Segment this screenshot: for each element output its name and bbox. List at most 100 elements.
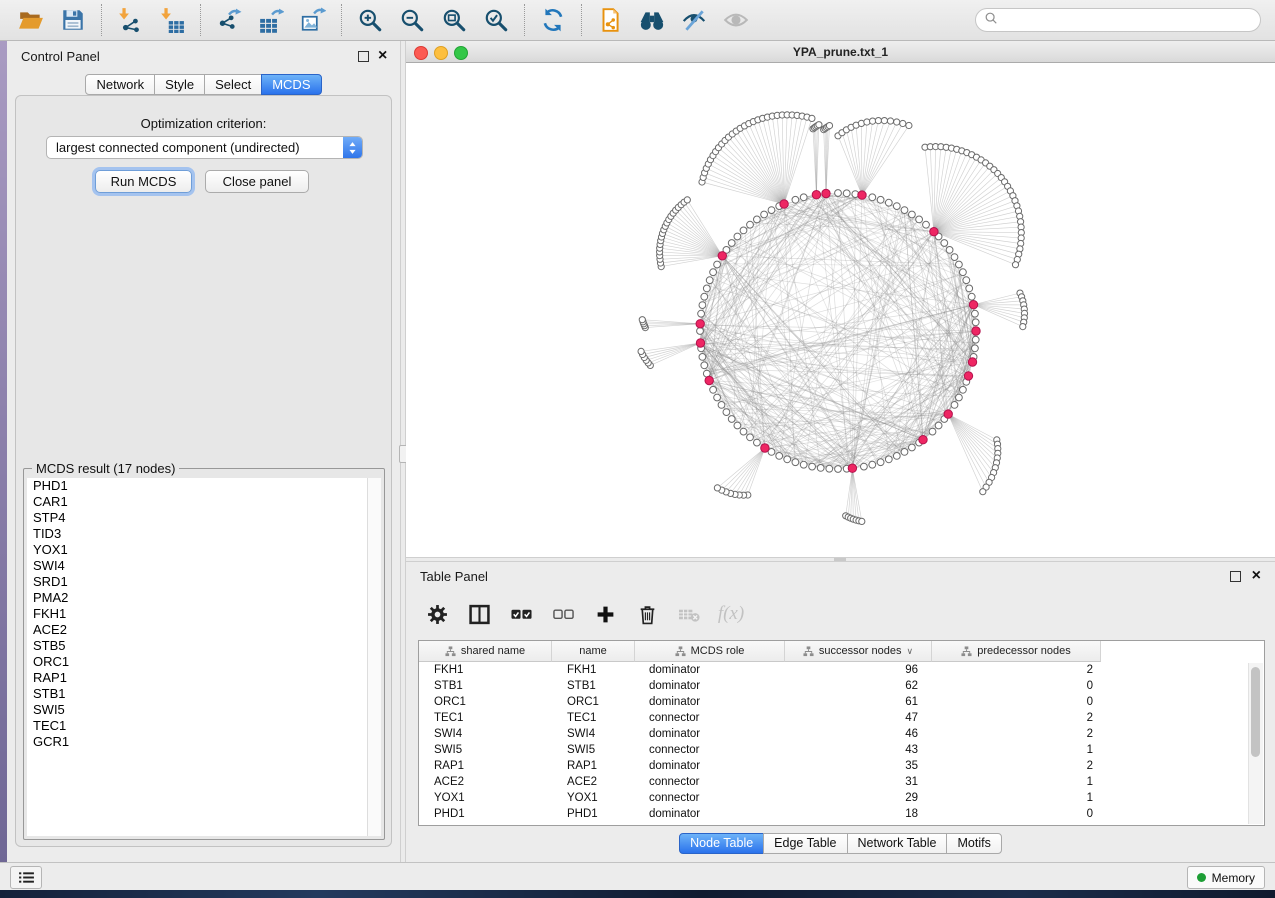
network-node[interactable] (792, 196, 799, 203)
column-header-predecessor-nodes[interactable]: predecessor nodes (932, 641, 1101, 662)
plus-icon[interactable] (584, 596, 626, 632)
list-item[interactable]: TEC1 (27, 718, 368, 734)
table-row[interactable]: ORC1ORC1dominator610 (419, 694, 1264, 710)
network-node[interactable] (701, 293, 708, 300)
network-node[interactable] (966, 285, 973, 292)
network-node[interactable] (714, 394, 721, 401)
network-node[interactable] (792, 459, 799, 466)
network-node[interactable] (710, 386, 717, 393)
network-node[interactable] (901, 449, 908, 456)
network-node[interactable] (684, 197, 690, 203)
network-node[interactable] (835, 190, 842, 197)
tab-style[interactable]: Style (154, 74, 205, 95)
network-node[interactable] (740, 227, 747, 234)
network-node[interactable] (969, 301, 977, 309)
network-node[interactable] (906, 122, 912, 128)
network-node[interactable] (747, 221, 754, 228)
splitter-grip-icon[interactable] (834, 558, 846, 561)
network-node[interactable] (697, 328, 704, 335)
network-node[interactable] (1020, 324, 1026, 330)
import-network-icon[interactable] (113, 4, 147, 36)
network-node[interactable] (761, 444, 769, 452)
list-item[interactable]: CAR1 (27, 494, 368, 510)
run-mcds-button[interactable]: Run MCDS (95, 170, 192, 193)
network-node[interactable] (963, 277, 970, 284)
table-row[interactable]: YOX1YOX1connector291 (419, 790, 1264, 806)
list-item[interactable]: SWI5 (27, 702, 368, 718)
network-node[interactable] (923, 221, 930, 228)
network-node[interactable] (960, 269, 967, 276)
network-node[interactable] (893, 453, 900, 460)
network-node[interactable] (728, 416, 735, 423)
network-node[interactable] (870, 118, 876, 124)
list-item[interactable]: STP4 (27, 510, 368, 526)
network-node[interactable] (812, 191, 820, 199)
save-icon[interactable] (56, 4, 90, 36)
network-node[interactable] (817, 465, 824, 472)
network-node[interactable] (747, 434, 754, 441)
trash-icon[interactable] (626, 596, 668, 632)
search-input[interactable] (998, 12, 1260, 28)
network-node[interactable] (1012, 262, 1018, 268)
network-node[interactable] (835, 466, 842, 473)
column-header-name[interactable]: name (552, 641, 635, 662)
import-table-icon[interactable] (155, 4, 189, 36)
network-node[interactable] (968, 293, 975, 300)
list-item[interactable]: PMA2 (27, 590, 368, 606)
network-node[interactable] (776, 453, 783, 460)
network-node[interactable] (887, 118, 893, 124)
network-node[interactable] (972, 319, 979, 326)
network-node[interactable] (861, 463, 868, 470)
select-all-icon[interactable] (500, 596, 542, 632)
column-header-shared-name[interactable]: shared name (419, 641, 552, 662)
automation-panel-button[interactable] (10, 866, 42, 889)
columns-icon[interactable] (458, 596, 500, 632)
list-item[interactable]: TID3 (27, 526, 368, 542)
network-node[interactable] (951, 402, 958, 409)
deselect-all-icon[interactable] (542, 596, 584, 632)
zoom-fit-icon[interactable] (437, 4, 471, 36)
network-node[interactable] (909, 211, 916, 218)
network-node[interactable] (723, 409, 730, 416)
network-node[interactable] (946, 247, 953, 254)
network-node[interactable] (784, 456, 791, 463)
network-node[interactable] (972, 327, 980, 335)
network-node[interactable] (980, 489, 986, 495)
network-node[interactable] (968, 358, 976, 366)
list-item[interactable]: STB5 (27, 638, 368, 654)
network-node[interactable] (754, 439, 761, 446)
tab-select[interactable]: Select (204, 74, 262, 95)
network-node[interactable] (956, 261, 963, 268)
table-row[interactable]: STB1STB1dominator620 (419, 678, 1264, 694)
table-row[interactable]: SWI4SWI4dominator462 (419, 726, 1264, 742)
network-node[interactable] (734, 422, 741, 429)
network-node[interactable] (639, 317, 645, 323)
network-node[interactable] (919, 436, 927, 444)
tab-mcds[interactable]: MCDS (261, 74, 321, 95)
network-node[interactable] (930, 228, 938, 236)
memory-button[interactable]: Memory (1187, 866, 1265, 889)
column-header-MCDS-role[interactable]: MCDS role (635, 641, 785, 662)
network-node[interactable] (706, 277, 713, 284)
network-node[interactable] (714, 485, 720, 491)
network-node[interactable] (935, 422, 942, 429)
network-node[interactable] (848, 464, 856, 472)
table-row[interactable]: FKH1FKH1dominator962 (419, 662, 1264, 678)
hide-details-icon[interactable] (677, 4, 711, 36)
network-node[interactable] (901, 207, 908, 214)
close-panel-icon[interactable]: × (378, 50, 387, 62)
search-box[interactable] (975, 8, 1261, 32)
criterion-dropdown[interactable]: largest connected component (undirected) (46, 136, 363, 159)
network-node[interactable] (972, 310, 979, 317)
table-row[interactable]: ACE2ACE2connector311 (419, 774, 1264, 790)
network-node[interactable] (809, 463, 816, 470)
network-node[interactable] (877, 196, 884, 203)
list-item[interactable]: SRD1 (27, 574, 368, 590)
float-panel-icon[interactable] (358, 51, 369, 62)
network-canvas[interactable] (406, 63, 1275, 557)
network-node[interactable] (768, 207, 775, 214)
table-row[interactable]: PHD1PHD1dominator180 (419, 806, 1264, 822)
network-node[interactable] (718, 252, 726, 260)
network-node[interactable] (960, 386, 967, 393)
list-item[interactable]: RAP1 (27, 670, 368, 686)
